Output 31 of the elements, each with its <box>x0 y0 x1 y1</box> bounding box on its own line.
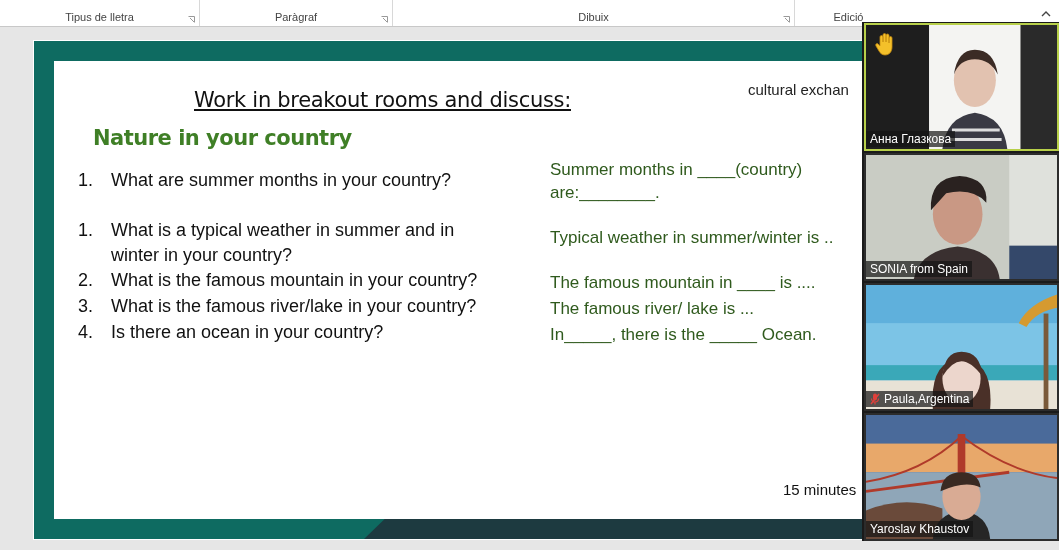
participant-name: Yaroslav Khaustov <box>866 521 974 537</box>
question-text: What is the famous mountain in your country? <box>111 269 479 292</box>
list-number: 1. <box>78 219 94 242</box>
collapse-ribbon-icon[interactable] <box>1041 10 1051 17</box>
group-label: Dibuix <box>578 11 609 23</box>
slide-title: Work in breakout rooms and discuss: <box>194 88 571 112</box>
answer-text: Summer months in ____(country) are:________. <box>550 159 804 204</box>
slide-text: 15 minutes <box>783 481 857 498</box>
group-label: Tipus de lletra <box>65 11 134 23</box>
answer-text: The famous river/ lake is ... <box>550 298 756 320</box>
answer-text: In_____, there is the _____ Ocean. <box>550 324 818 346</box>
group-label: Edició <box>833 11 864 23</box>
question-text: What are summer months in your country? <box>111 169 453 192</box>
list-number: 4. <box>78 321 94 344</box>
group-label: Paràgraf <box>274 11 318 23</box>
dialog-launcher-icon[interactable] <box>188 16 195 23</box>
list-number: 1. <box>78 169 94 192</box>
list-number: 2. <box>78 269 94 292</box>
participant-name: Анна Глазкова <box>866 131 956 147</box>
answer-text: The famous mountain in ____ is .... <box>550 272 817 294</box>
list-number: 3. <box>78 295 94 318</box>
participant-name: Paula,Argentina <box>866 391 974 407</box>
question-text: Is there an ocean in your country? <box>111 321 385 344</box>
question-text: What is a typical weather in summer and in winter in your country? <box>111 219 456 267</box>
slide-heading: Nature in your country <box>93 126 352 150</box>
dialog-launcher-icon[interactable] <box>783 16 790 23</box>
slide-text: cultural exchan <box>748 81 849 98</box>
question-text: What is the famous river/lake in your country? <box>111 295 478 318</box>
answer-text: Typical weather in summer/winter is .. <box>550 227 835 249</box>
dialog-launcher-icon[interactable] <box>381 16 388 23</box>
participant-name: SONIA from Spain <box>866 261 973 277</box>
